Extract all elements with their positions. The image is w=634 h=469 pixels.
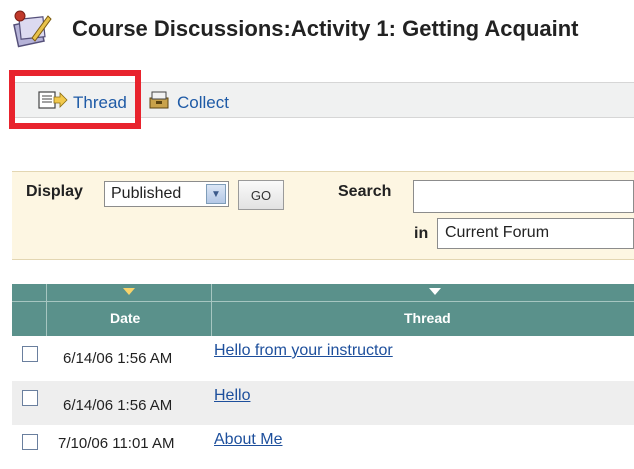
thread-column-header[interactable]: Thread	[211, 284, 634, 336]
display-select[interactable]: Published ▼	[104, 181, 229, 207]
search-input[interactable]	[413, 180, 634, 213]
sort-arrow-icon[interactable]	[123, 288, 135, 295]
page-title: Course Discussions:Activity 1: Getting A…	[72, 16, 579, 41]
table-row: 6/14/06 1:56 AM Hello	[12, 381, 634, 425]
search-scope-value: Current Forum	[445, 224, 550, 241]
row-checkbox[interactable]	[22, 434, 38, 450]
display-select-value: Published	[111, 185, 182, 202]
search-scope-label: in	[414, 225, 429, 242]
table-row: 7/10/06 11:01 AM About Me	[12, 425, 634, 469]
row-date: 7/10/06 11:01 AM	[58, 435, 175, 452]
thread-link[interactable]: Hello	[214, 387, 250, 405]
row-checkbox[interactable]	[22, 390, 38, 406]
collect-icon	[148, 90, 172, 115]
table-row: 6/14/06 1:56 AM Hello from your instruct…	[12, 337, 634, 381]
sort-arrow-icon[interactable]	[429, 288, 441, 295]
date-column-label: Date	[110, 310, 141, 326]
go-button[interactable]: GO	[238, 180, 284, 210]
collect-button[interactable]: Collect	[148, 90, 229, 115]
row-date: 6/14/06 1:56 AM	[63, 397, 173, 414]
chevron-down-icon[interactable]: ▼	[206, 184, 226, 204]
search-label: Search	[338, 183, 392, 200]
display-label: Display	[26, 183, 83, 200]
row-date: 6/14/06 1:56 AM	[63, 350, 173, 367]
discussion-board-icon	[12, 8, 54, 50]
date-column-header[interactable]: Date	[46, 284, 212, 336]
collect-button-label: Collect	[177, 92, 229, 112]
row-checkbox[interactable]	[22, 346, 38, 362]
thread-column-label: Thread	[404, 310, 451, 326]
thread-link[interactable]: About Me	[214, 431, 282, 449]
search-scope-select[interactable]: Current Forum	[437, 218, 634, 249]
highlight-box	[9, 70, 141, 129]
thread-link[interactable]: Hello from your instructor	[214, 342, 393, 360]
